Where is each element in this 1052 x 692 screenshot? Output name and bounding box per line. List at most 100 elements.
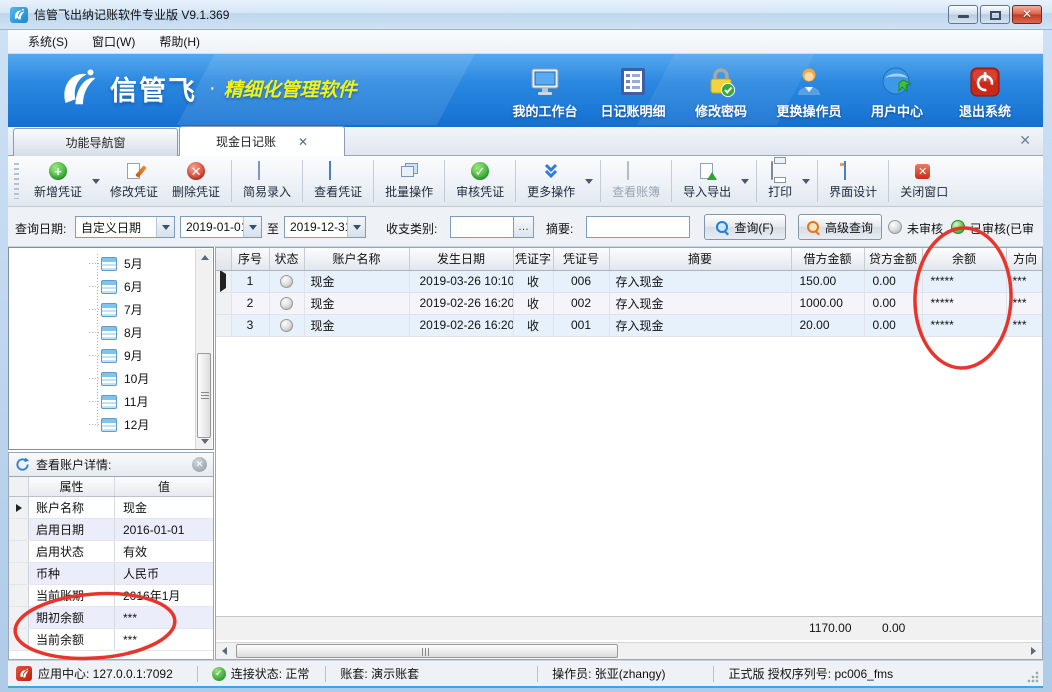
switch-operator-button[interactable]: 更换操作员 xyxy=(765,62,853,120)
col-direction[interactable]: 方向 xyxy=(1006,248,1043,270)
scroll-up-icon[interactable] xyxy=(196,249,213,266)
tab-strip: 功能导航窗 现金日记账 ✕ ✕ xyxy=(8,125,1043,156)
minimize-button[interactable] xyxy=(948,5,978,24)
print-button[interactable]: 打印 xyxy=(761,159,799,203)
user-center-globe-icon xyxy=(881,62,913,98)
journal-detail-button[interactable]: 日记账明细 xyxy=(589,62,677,120)
col-status[interactable]: 状态 xyxy=(269,248,304,270)
simple-entry-button[interactable]: 简易录入 xyxy=(236,159,298,203)
col-credit[interactable]: 贷方金额 xyxy=(864,248,922,270)
col-seq[interactable]: 序号 xyxy=(231,248,269,270)
col-balance[interactable]: 余额 xyxy=(922,248,1006,270)
chevron-down-icon[interactable] xyxy=(156,217,174,237)
refresh-icon[interactable] xyxy=(15,457,30,472)
add-voucher-dropdown-icon[interactable] xyxy=(92,179,100,184)
resize-grip[interactable] xyxy=(1027,671,1039,683)
journal-month-icon xyxy=(101,257,117,271)
scroll-down-icon[interactable] xyxy=(196,433,213,450)
import-export-dropdown-icon[interactable] xyxy=(741,179,749,184)
window-title: 信管飞出纳记账软件专业版 V9.1.369 xyxy=(34,6,229,23)
journal-row[interactable]: 1 现金 2019-03-26 10:10 收 006 存入现金 150.00 … xyxy=(216,270,1043,292)
tree-item-month-6[interactable]: 6月 xyxy=(9,275,195,298)
close-window-button[interactable]: ✕ 关闭窗口 xyxy=(893,159,955,203)
tree-item-month-7[interactable]: 7月 xyxy=(9,298,195,321)
change-password-button[interactable]: 修改密码 xyxy=(677,62,765,120)
more-operations-button[interactable]: 更多操作 xyxy=(520,159,582,203)
exit-system-button[interactable]: 退出系统 xyxy=(941,62,1029,120)
maximize-button[interactable] xyxy=(980,5,1010,24)
tree-item-month-9[interactable]: 9月 xyxy=(9,344,195,367)
ui-design-button[interactable]: 界面设计 xyxy=(822,159,884,203)
status-license: 正式版 授权序列号: pc006_fms xyxy=(728,665,893,682)
chevron-down-icon[interactable] xyxy=(347,217,365,237)
audit-voucher-button[interactable]: ✓ 审核凭证 xyxy=(449,159,511,203)
detail-row[interactable]: 启用状态有效 xyxy=(9,541,213,563)
date-to-combobox[interactable]: 2019-12-31 xyxy=(284,216,366,238)
journal-row[interactable]: 3 现金 2019-02-26 16:20 收 001 存入现金 20.00 0… xyxy=(216,314,1043,336)
detail-row[interactable]: 当前账期2016年1月 xyxy=(9,585,213,607)
tab-function-nav[interactable]: 功能导航窗 xyxy=(13,128,178,156)
detail-row[interactable]: 启用日期2016-01-01 xyxy=(9,519,213,541)
query-button[interactable]: 查询(F) xyxy=(704,214,786,240)
more-operations-dropdown-icon[interactable] xyxy=(585,179,593,184)
journal-month-icon xyxy=(101,395,117,409)
col-date[interactable]: 发生日期 xyxy=(409,248,513,270)
delete-voucher-button[interactable]: ✕ 删除凭证 xyxy=(165,159,227,203)
edit-voucher-button[interactable]: 修改凭证 xyxy=(103,159,165,203)
tabstrip-close-icon[interactable]: ✕ xyxy=(1019,133,1031,147)
advanced-query-button[interactable]: 高级查询 xyxy=(798,214,882,240)
print-dropdown-icon[interactable] xyxy=(802,179,810,184)
journal-row[interactable]: 2 现金 2019-02-26 16:20 收 002 存入现金 1000.00… xyxy=(216,292,1043,314)
delete-icon: ✕ xyxy=(187,162,205,180)
detail-col-value: 值 xyxy=(115,477,213,496)
date-type-combobox[interactable]: 自定义日期 xyxy=(75,216,175,238)
current-row-icon xyxy=(220,270,226,292)
journal-table-area: 序号 状态 账户名称 发生日期 凭证字 凭证号 摘要 借方金额 贷方金额 余额 … xyxy=(215,247,1043,660)
filter-bar: 查询日期: 自定义日期 2019-01-01 至 2019-12-31 收支类别… xyxy=(8,207,1043,247)
journal-detail-icon xyxy=(618,62,648,98)
batch-operation-button[interactable]: 批量操作 xyxy=(378,159,440,203)
scroll-right-icon[interactable] xyxy=(1025,643,1042,659)
tree-item-month-11[interactable]: 11月 xyxy=(9,390,195,413)
tree-item-month-8[interactable]: 8月 xyxy=(9,321,195,344)
tree-item-month-5[interactable]: 5月 xyxy=(9,252,195,275)
col-debit[interactable]: 借方金额 xyxy=(791,248,864,270)
total-debit: 1170.00 xyxy=(809,621,852,635)
category-input[interactable] xyxy=(450,216,514,238)
detail-close-icon[interactable]: ✕ xyxy=(192,457,207,472)
menu-window[interactable]: 窗口(W) xyxy=(80,30,147,53)
detail-row-current-balance[interactable]: 当前余额*** xyxy=(9,629,213,651)
close-button[interactable]: ✕ xyxy=(1012,5,1042,24)
date-to-label: 至 xyxy=(267,220,279,237)
tree-scrollbar-thumb[interactable] xyxy=(197,353,211,438)
view-voucher-button[interactable]: 查看凭证 xyxy=(307,159,369,203)
chevron-down-icon[interactable] xyxy=(243,217,261,237)
col-voucher-no[interactable]: 凭证号 xyxy=(553,248,609,270)
detail-row[interactable]: 账户名称现金 xyxy=(9,497,213,519)
toolbar-grip[interactable] xyxy=(14,163,19,199)
add-voucher-button[interactable]: + 新增凭证 xyxy=(27,159,89,203)
col-summary[interactable]: 摘要 xyxy=(609,248,791,270)
detail-row-opening-balance[interactable]: 期初余额*** xyxy=(9,607,213,629)
col-voucher-word[interactable]: 凭证字 xyxy=(513,248,553,270)
tab-cash-journal[interactable]: 现金日记账 ✕ xyxy=(179,126,345,156)
category-picker-button[interactable]: … xyxy=(514,216,534,238)
scroll-left-icon[interactable] xyxy=(216,643,233,659)
menu-help[interactable]: 帮助(H) xyxy=(147,30,212,53)
tab-close-icon[interactable]: ✕ xyxy=(298,135,308,149)
menu-system[interactable]: 系统(S) xyxy=(16,30,80,53)
summary-input[interactable] xyxy=(586,216,690,238)
detail-row[interactable]: 币种人民币 xyxy=(9,563,213,585)
status-bar: 应用中心: 127.0.0.1:7092 ✓ 连接状态: 正常 账套: 演示账套… xyxy=(8,660,1043,686)
workstation-button[interactable]: 我的工作台 xyxy=(501,62,589,120)
tree-scrollbar[interactable] xyxy=(195,249,212,450)
tree-item-month-10[interactable]: 10月 xyxy=(9,367,195,390)
col-account[interactable]: 账户名称 xyxy=(304,248,409,270)
hscrollbar-thumb[interactable] xyxy=(236,644,618,658)
tree-item-month-12[interactable]: 12月 xyxy=(9,413,195,436)
date-from-combobox[interactable]: 2019-01-01 xyxy=(180,216,262,238)
import-export-button[interactable]: 导入导出 xyxy=(676,159,738,203)
horizontal-scrollbar[interactable] xyxy=(216,642,1042,659)
user-center-button[interactable]: 用户中心 xyxy=(853,62,941,120)
brand-name: 信管飞 xyxy=(110,69,197,108)
